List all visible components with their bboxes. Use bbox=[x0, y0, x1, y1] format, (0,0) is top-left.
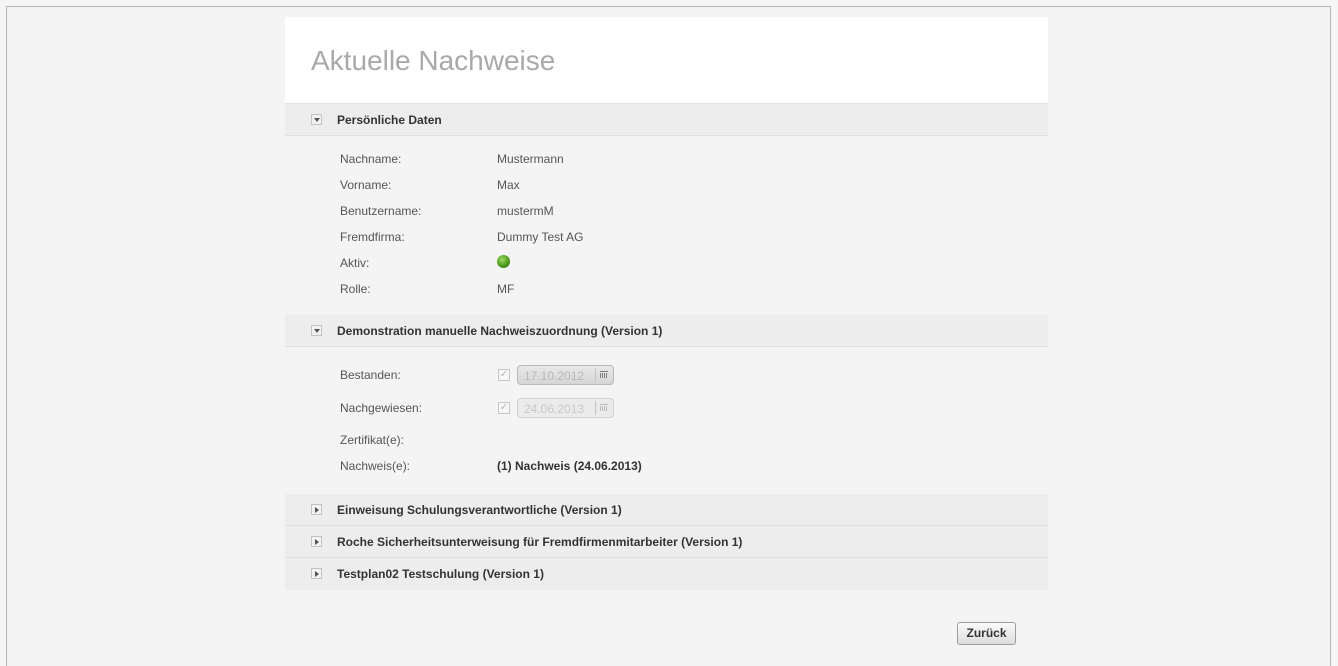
field-label: Benutzername: bbox=[340, 204, 422, 218]
field-label: Nachgewiesen: bbox=[340, 401, 423, 415]
field-value: Max bbox=[497, 178, 520, 192]
date-value: 17.10.2012 bbox=[524, 369, 585, 383]
field-label: Nachweis(e): bbox=[340, 459, 411, 473]
field-value: MF bbox=[497, 282, 515, 296]
section-body-personal: Nachname: Mustermann Vorname: Max Benutz… bbox=[285, 136, 1048, 315]
field-value: Dummy Test AG bbox=[497, 230, 584, 244]
field-label: Rolle: bbox=[340, 282, 371, 296]
field-label: Vorname: bbox=[340, 178, 392, 192]
field-value: Mustermann bbox=[497, 152, 564, 166]
expanded-arrow-icon[interactable] bbox=[311, 114, 322, 125]
date-value: 24.06.2013 bbox=[524, 402, 585, 416]
active-status-icon bbox=[497, 255, 510, 268]
expanded-arrow-icon[interactable] bbox=[311, 325, 322, 336]
section-header-testplan[interactable]: Testplan02 Testschulung (Version 1) bbox=[285, 558, 1048, 590]
section-title: Einweisung Schulungsverantwortliche (Ver… bbox=[337, 503, 622, 517]
field-label: Aktiv: bbox=[340, 256, 370, 270]
proven-checkbox[interactable]: ✓ bbox=[498, 402, 510, 414]
section-title: Persönliche Daten bbox=[337, 113, 442, 127]
section-title: Demonstration manuelle Nachweiszuordnung… bbox=[337, 324, 663, 338]
field-label: Zertifikat(e): bbox=[340, 433, 405, 447]
section-title: Roche Sicherheitsunterweisung für Fremdf… bbox=[337, 535, 743, 549]
section-header-demo[interactable]: Demonstration manuelle Nachweiszuordnung… bbox=[285, 315, 1048, 347]
calendar-icon[interactable] bbox=[595, 368, 611, 382]
calendar-icon bbox=[595, 401, 611, 415]
content-panel: Aktuelle Nachweise Persönliche Daten Nac… bbox=[285, 17, 1048, 590]
collapsed-arrow-icon[interactable] bbox=[311, 504, 322, 515]
passed-checkbox[interactable]: ✓ bbox=[498, 369, 510, 381]
page-header: Aktuelle Nachweise bbox=[285, 17, 1048, 104]
collapsed-arrow-icon[interactable] bbox=[311, 536, 322, 547]
field-value: mustermM bbox=[497, 204, 554, 218]
section-title: Testplan02 Testschulung (Version 1) bbox=[337, 567, 544, 581]
field-label: Fremdfirma: bbox=[340, 230, 405, 244]
proven-date-picker: 24.06.2013 bbox=[517, 398, 614, 418]
section-header-einweisung[interactable]: Einweisung Schulungsverantwortliche (Ver… bbox=[285, 494, 1048, 526]
page-title: Aktuelle Nachweise bbox=[311, 45, 556, 76]
field-label: Nachname: bbox=[340, 152, 402, 166]
field-label: Bestanden: bbox=[340, 368, 401, 382]
collapsed-arrow-icon[interactable] bbox=[311, 568, 322, 579]
section-header-roche[interactable]: Roche Sicherheitsunterweisung für Fremdf… bbox=[285, 526, 1048, 558]
passed-date-picker[interactable]: 17.10.2012 bbox=[517, 365, 614, 385]
section-body-demo: Bestanden: ✓ 17.10.2012 Nachgewiesen: ✓ … bbox=[285, 347, 1048, 494]
evidence-link[interactable]: (1) Nachweis (24.06.2013) bbox=[497, 459, 642, 473]
section-header-personal[interactable]: Persönliche Daten bbox=[285, 104, 1048, 136]
back-button[interactable]: Zurück bbox=[957, 622, 1016, 645]
